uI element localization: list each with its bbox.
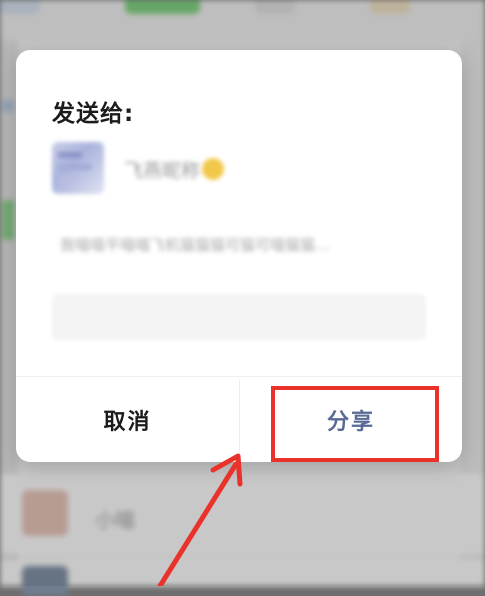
- shared-message-preview: 我喵喵平喵喵飞机猫猫猫可猫可喵猫猫…: [60, 236, 331, 254]
- dialog-title: 发送给:: [52, 101, 135, 127]
- share-button[interactable]: 分享: [240, 377, 462, 462]
- comment-input[interactable]: [52, 294, 426, 340]
- recipient-avatar: [52, 142, 104, 194]
- cancel-button[interactable]: 取消: [16, 377, 239, 462]
- share-dialog: 发送给: 飞燕昵称 我喵喵平喵喵飞机猫猫猫可猫可喵猫猫… 取消 分享: [16, 50, 462, 462]
- recipient-name: 飞燕昵称: [124, 160, 201, 182]
- smile-emoji-icon: [202, 158, 224, 180]
